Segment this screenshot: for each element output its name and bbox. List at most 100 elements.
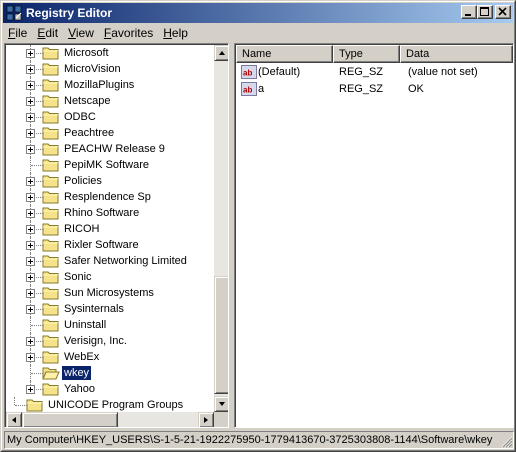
window-controls	[461, 5, 511, 19]
tree-item[interactable]: Netscape	[5, 93, 213, 109]
tree-item[interactable]: MozillaPlugins	[5, 77, 213, 93]
column-header-data[interactable]: Data	[400, 45, 513, 63]
tree-item[interactable]: Policies	[5, 173, 213, 189]
tree-item-label: Netscape	[64, 95, 111, 107]
menu-view[interactable]: View	[63, 26, 99, 40]
tree-item[interactable]: Rhino Software	[5, 205, 213, 221]
tree-item[interactable]: MicroVision	[5, 61, 213, 77]
expand-icon[interactable]	[26, 177, 35, 186]
tree-item[interactable]: Verisign, Inc.	[5, 333, 213, 349]
tree-item[interactable]: Rixler Software	[5, 237, 213, 253]
tree-item[interactable]: ODBC	[5, 109, 213, 125]
expand-icon[interactable]	[26, 129, 35, 138]
h-scroll-thumb[interactable]	[22, 412, 118, 427]
tree-item-label: UNICODE Program Groups	[48, 399, 184, 411]
expand-icon[interactable]	[26, 353, 35, 362]
expand-icon[interactable]	[26, 289, 35, 298]
tree-item[interactable]: PepiMK Software	[5, 157, 213, 173]
resize-grip-icon[interactable]	[501, 436, 513, 448]
tree-item-label: Safer Networking Limited	[64, 255, 187, 267]
tree-item[interactable]: Safer Networking Limited	[5, 253, 213, 269]
folder-icon	[42, 62, 60, 76]
expand-icon[interactable]	[26, 145, 35, 154]
minimize-button[interactable]	[461, 5, 477, 19]
key-tree: Microsoft MicroVision MozillaPlugins Netsca…	[5, 45, 213, 413]
folder-icon	[42, 382, 60, 396]
menu-file[interactable]: File	[3, 26, 32, 40]
expand-icon[interactable]	[26, 113, 35, 122]
expand-icon[interactable]	[26, 97, 35, 106]
expand-icon[interactable]	[26, 337, 35, 346]
tree-item[interactable]: WebEx	[5, 349, 213, 365]
tree-item-label: Uninstall	[64, 319, 107, 331]
tree-item[interactable]: wkey	[5, 365, 213, 381]
expand-icon[interactable]	[26, 193, 35, 202]
folder-icon	[42, 110, 60, 124]
folder-icon	[26, 398, 44, 412]
tree-item-label: Sysinternals	[64, 303, 124, 315]
tree-item-label: Sun Microsystems	[64, 287, 154, 299]
folder-icon	[42, 318, 60, 332]
folder-icon	[42, 270, 60, 284]
menu-edit[interactable]: Edit	[32, 26, 63, 40]
tree-item-label: Microsoft	[64, 47, 109, 59]
expand-icon[interactable]	[26, 257, 35, 266]
column-header-type[interactable]: Type	[333, 45, 400, 63]
column-header-name[interactable]: Name	[236, 45, 333, 63]
tree-item[interactable]: Sysinternals	[5, 301, 213, 317]
tree-item[interactable]: Uninstall	[5, 317, 213, 333]
value-row[interactable]: ab (Default) REG_SZ (value not set)	[236, 64, 513, 81]
tree-item-label: Policies	[64, 175, 102, 187]
tree-item[interactable]: Sun Microsystems	[5, 285, 213, 301]
scroll-thumb[interactable]	[214, 276, 228, 394]
registry-editor-icon	[6, 5, 22, 21]
expand-icon[interactable]	[26, 209, 35, 218]
scroll-down-button[interactable]	[214, 396, 228, 412]
expand-icon[interactable]	[26, 385, 35, 394]
tree-item[interactable]: Sonic	[5, 269, 213, 285]
close-button[interactable]	[495, 5, 511, 19]
expand-icon[interactable]	[26, 65, 35, 74]
folder-icon	[42, 46, 60, 60]
expand-icon[interactable]	[26, 49, 35, 58]
folder-icon	[42, 254, 60, 268]
tree-item[interactable]: PEACHW Release 9	[5, 141, 213, 157]
folder-icon	[42, 174, 60, 188]
tree-item[interactable]: Peachtree	[5, 125, 213, 141]
expand-icon[interactable]	[26, 305, 35, 314]
value-name: a	[258, 83, 265, 95]
tree-item-label: ODBC	[64, 111, 96, 123]
title-bar[interactable]: Registry Editor	[3, 3, 513, 23]
folder-icon	[42, 286, 60, 300]
tree-item-label: Peachtree	[64, 127, 115, 139]
arrow-up-icon	[219, 51, 225, 55]
value-row[interactable]: ab a REG_SZ OK	[236, 81, 513, 98]
scroll-right-button[interactable]	[198, 412, 214, 427]
arrow-right-icon	[204, 417, 208, 423]
folder-icon	[42, 350, 60, 364]
scroll-left-button[interactable]	[6, 412, 22, 427]
scroll-up-button[interactable]	[214, 45, 228, 61]
expand-icon[interactable]	[26, 273, 35, 282]
window-title: Registry Editor	[26, 6, 113, 20]
values-list-pane[interactable]: Name Type Data ab (Default) REG_SZ (value n…	[234, 43, 514, 428]
tree-horizontal-scrollbar[interactable]	[6, 412, 214, 427]
tree-item[interactable]: RICOH	[5, 221, 213, 237]
tree-item[interactable]: UNICODE Program Groups	[5, 397, 213, 413]
menu-help[interactable]: Help	[158, 26, 193, 40]
value-name: (Default)	[258, 66, 301, 78]
value-data: OK	[408, 83, 424, 95]
tree-item[interactable]: Yahoo	[5, 381, 213, 397]
tree-item-label: Rixler Software	[64, 239, 139, 251]
value-type: REG_SZ	[339, 66, 384, 78]
tree-item[interactable]: Resplendence Sp	[5, 189, 213, 205]
key-tree-pane[interactable]: Microsoft MicroVision MozillaPlugins Netsca…	[4, 43, 229, 428]
menu-favorites[interactable]: Favorites	[99, 26, 158, 40]
tree-vertical-scrollbar[interactable]	[214, 45, 228, 412]
maximize-button[interactable]	[477, 5, 493, 19]
expand-icon[interactable]	[26, 225, 35, 234]
folder-icon	[42, 206, 60, 220]
expand-icon[interactable]	[26, 81, 35, 90]
tree-item[interactable]: Microsoft	[5, 45, 213, 61]
expand-icon[interactable]	[26, 241, 35, 250]
